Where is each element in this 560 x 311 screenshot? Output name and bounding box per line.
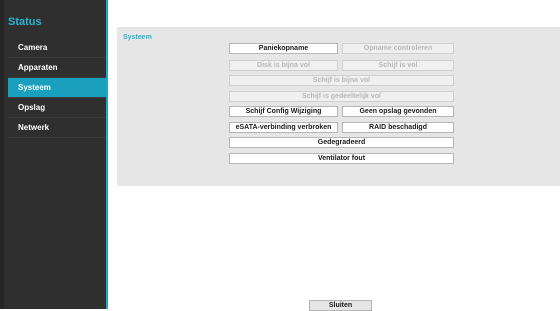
event-schijf-config-wijziging[interactable]: Schijf Config Wijziging xyxy=(229,106,338,117)
system-events-panel: Systeem Paniekopname Opname controleren … xyxy=(117,27,560,186)
event-disk-bijna-vol[interactable]: Disk is bijna vol xyxy=(229,60,338,71)
sidebar-accent-line xyxy=(106,0,108,309)
status-sidebar: Status Camera Apparaten Systeem Opslag N… xyxy=(0,0,108,309)
event-schijf-bijna-vol[interactable]: Schijf is bijna vol xyxy=(229,75,454,86)
section-title: Systeem xyxy=(123,34,152,41)
event-ventilator-fout[interactable]: Ventilator fout xyxy=(229,153,454,164)
sidebar-item-opslag[interactable]: Opslag xyxy=(8,98,106,118)
event-paniekopname[interactable]: Paniekopname xyxy=(229,43,338,54)
event-schijf-vol[interactable]: Schijf is vol xyxy=(342,60,454,71)
sidebar-item-systeem[interactable]: Systeem xyxy=(8,78,106,98)
close-button[interactable]: Sluiten xyxy=(309,300,372,311)
event-geen-opslag-gevonden[interactable]: Geen opslag gevonden xyxy=(342,106,454,117)
sidebar-title: Status xyxy=(8,16,42,28)
event-gedegradeerd[interactable]: Gedegradeerd xyxy=(229,137,454,148)
event-esata-verbinding-verbroken[interactable]: eSATA-verbinding verbroken xyxy=(229,122,338,133)
event-raid-beschadigd[interactable]: RAID beschadigd xyxy=(342,122,454,133)
event-schijf-gedeeltelijk-vol[interactable]: Schijf is gedeeltelijk vol xyxy=(229,91,454,102)
event-opname-controleren[interactable]: Opname controleren xyxy=(342,43,454,54)
sidebar-item-camera[interactable]: Camera xyxy=(8,38,106,58)
sidebar-item-netwerk[interactable]: Netwerk xyxy=(8,118,106,138)
sidebar-item-apparaten[interactable]: Apparaten xyxy=(8,58,106,78)
sidebar-edge-strip xyxy=(0,0,4,309)
